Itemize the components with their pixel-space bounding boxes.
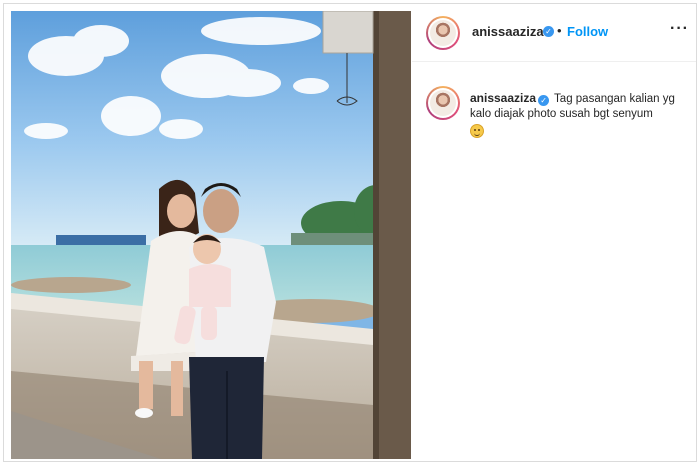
post-photo[interactable] (11, 11, 411, 459)
more-options-icon[interactable]: ··· (670, 20, 689, 38)
caption-username[interactable]: anissaaziza (470, 91, 536, 105)
post-header: anissaaziza ✓ • Follow ··· (412, 4, 696, 62)
caption-verified-badge-icon: ✓ (538, 95, 550, 106)
caption-text-block: anissaaziza ✓ Tag pasangan kalian yg kalo… (470, 91, 685, 140)
instagram-post-window: anissaaziza ✓ • Follow ··· anissaaziza ✓ … (3, 3, 697, 462)
post-side-panel: anissaaziza ✓ • Follow ··· anissaaziza ✓ … (412, 4, 696, 461)
post-photo-scene (11, 11, 411, 459)
avatar[interactable] (426, 16, 460, 50)
avatar-image (430, 20, 456, 46)
follow-button[interactable]: Follow (567, 24, 608, 39)
grinning-sweat-face-emoji-icon (470, 124, 484, 138)
caption-avatar-image (430, 90, 456, 116)
caption-avatar[interactable] (426, 86, 460, 120)
header-username[interactable]: anissaaziza (472, 24, 544, 39)
verified-badge-icon: ✓ (543, 26, 554, 37)
separator-dot: • (557, 23, 562, 38)
